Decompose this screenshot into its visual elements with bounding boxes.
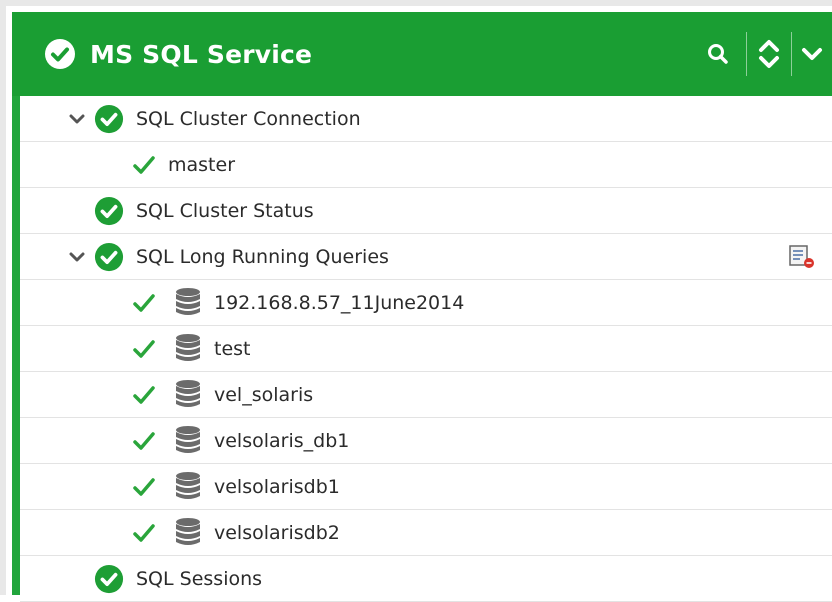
check-icon bbox=[133, 524, 155, 542]
service-panel: MS SQL Service SQL Cluster Connection ma… bbox=[12, 12, 832, 602]
status-ok-icon bbox=[94, 242, 124, 272]
panel-menu-button[interactable] bbox=[792, 34, 832, 74]
chevron-down-icon bbox=[69, 252, 85, 262]
chevron-down-icon bbox=[802, 48, 822, 60]
expand-caret[interactable] bbox=[68, 248, 86, 266]
tree-node-db[interactable]: 192.168.8.57_11June2014 bbox=[20, 280, 832, 326]
search-icon bbox=[708, 44, 728, 64]
tree-node-long-running-queries[interactable]: SQL Long Running Queries bbox=[20, 234, 832, 280]
tree-node-sessions[interactable]: SQL Sessions bbox=[20, 556, 832, 602]
header-actions bbox=[698, 12, 832, 96]
database-icon bbox=[176, 334, 200, 361]
status-ok-icon bbox=[94, 196, 124, 226]
sort-icon bbox=[759, 40, 779, 68]
tree-node-db[interactable]: test bbox=[20, 326, 832, 372]
check-icon bbox=[133, 478, 155, 496]
tree-node-label: 192.168.8.57_11June2014 bbox=[214, 291, 465, 314]
status-ok-icon bbox=[94, 104, 124, 134]
check-icon bbox=[133, 432, 155, 450]
database-icon bbox=[176, 426, 200, 453]
database-icon bbox=[176, 518, 200, 545]
tree-node-db[interactable]: velsolarisdb1 bbox=[20, 464, 832, 510]
tree-node-label: velsolarisdb1 bbox=[214, 475, 340, 498]
database-icon bbox=[176, 380, 200, 407]
tree-node-label: test bbox=[214, 337, 251, 360]
sort-button[interactable] bbox=[747, 34, 791, 74]
panel-title: MS SQL Service bbox=[90, 39, 313, 69]
frame: MS SQL Service SQL Cluster Connection ma… bbox=[0, 0, 832, 602]
check-circle-icon bbox=[45, 39, 75, 69]
database-icon bbox=[176, 288, 200, 315]
status-ok-icon bbox=[94, 564, 124, 594]
tree-node-db[interactable]: velsolaris_db1 bbox=[20, 418, 832, 464]
tree-node-cluster-connection[interactable]: SQL Cluster Connection bbox=[20, 96, 832, 142]
chevron-down-icon bbox=[69, 114, 85, 124]
check-icon bbox=[133, 156, 155, 174]
tree-node-label: SQL Long Running Queries bbox=[136, 245, 389, 268]
check-icon bbox=[133, 386, 155, 404]
database-icon bbox=[176, 472, 200, 499]
tree-node-label: SQL Cluster Connection bbox=[136, 107, 361, 130]
tree-node-label: master bbox=[168, 153, 236, 176]
tree-node-db[interactable]: vel_solaris bbox=[20, 372, 832, 418]
check-icon bbox=[133, 340, 155, 358]
tree-node-label: vel_solaris bbox=[214, 383, 314, 406]
expand-caret[interactable] bbox=[68, 110, 86, 128]
panel-header: MS SQL Service bbox=[12, 12, 832, 96]
tree-node-db[interactable]: velsolarisdb2 bbox=[20, 510, 832, 556]
tree-node-label: velsolarisdb2 bbox=[214, 521, 340, 544]
edit-report-icon[interactable] bbox=[788, 244, 816, 270]
tree-node-label: SQL Sessions bbox=[136, 567, 263, 590]
tree-node-master[interactable]: master bbox=[20, 142, 832, 188]
tree-node-label: SQL Cluster Status bbox=[136, 199, 314, 222]
monitor-tree: SQL Cluster Connection master SQL Cluste… bbox=[20, 96, 832, 602]
tree-node-cluster-status[interactable]: SQL Cluster Status bbox=[20, 188, 832, 234]
search-button[interactable] bbox=[698, 34, 738, 74]
check-icon bbox=[133, 294, 155, 312]
tree-node-label: velsolaris_db1 bbox=[214, 429, 350, 452]
